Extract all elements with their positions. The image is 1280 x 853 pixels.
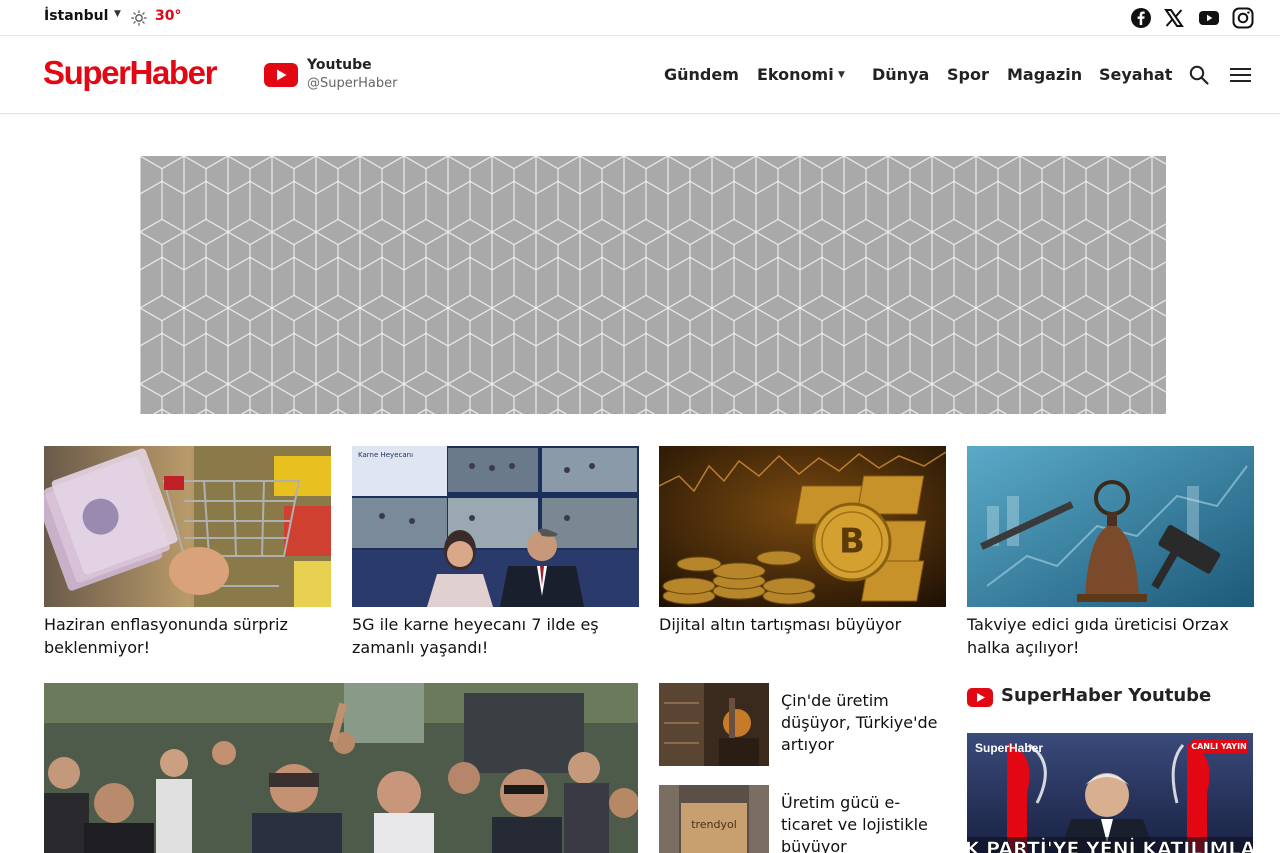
news-image-inflation[interactable]: [44, 446, 331, 607]
featured-news-image[interactable]: [44, 683, 638, 853]
youtube-icon[interactable]: [1198, 7, 1220, 29]
news-title-orzax[interactable]: Takviye edici gıda üreticisi Orzax halka…: [967, 613, 1257, 659]
top-utility-bar: İstanbul ▼ 30°: [0, 0, 1280, 36]
box-label: trendyol: [691, 818, 737, 831]
chevron-down-icon[interactable]: ▼: [838, 70, 845, 80]
youtube-section-title: SuperHaber Youtube: [1001, 685, 1212, 706]
site-header: SuperHaber Youtube @SuperHaber Gündem Ek…: [0, 37, 1280, 114]
chevron-down-icon[interactable]: ▼: [114, 9, 121, 19]
youtube-handle[interactable]: @SuperHaber: [307, 76, 397, 91]
city-selector[interactable]: İstanbul: [44, 8, 108, 24]
youtube-video-thumbnail[interactable]: SuperHaber CANLI YAYIN AK PARTİ'YE YENİ …: [967, 733, 1253, 853]
hexagon-pattern: [140, 156, 1166, 414]
news-image-china-production[interactable]: [659, 683, 769, 766]
news-title-digital-gold[interactable]: Dijital altın tartışması büyüyor: [659, 613, 949, 636]
youtube-icon: [967, 688, 993, 707]
nav-ekonomi[interactable]: Ekonomi: [757, 65, 834, 84]
youtube-logo-icon[interactable]: [264, 63, 298, 87]
news-image-orzax[interactable]: [967, 446, 1254, 607]
nav-gundem[interactable]: Gündem: [664, 65, 739, 84]
hamburger-menu-icon[interactable]: [1230, 66, 1251, 84]
thumb-logo-text: SuperHaber: [975, 741, 1043, 755]
news-image-5g-karne[interactable]: Karne Heyecanı: [352, 446, 639, 607]
temperature: 30°: [155, 8, 182, 24]
ad-banner-placeholder[interactable]: [140, 156, 1166, 414]
thumb-caption: AK PARTİ'YE YENİ KATILIMLAR: [967, 836, 1253, 853]
search-icon[interactable]: [1188, 64, 1210, 86]
youtube-link-title[interactable]: Youtube: [307, 57, 372, 73]
news-title-ecommerce[interactable]: Üretim gücü e-ticaret ve lojistikle büyü…: [781, 792, 951, 853]
nav-spor[interactable]: Spor: [947, 65, 989, 84]
x-icon[interactable]: [1163, 7, 1185, 29]
site-logo[interactable]: SuperHaber: [43, 54, 217, 92]
news-image-ecommerce[interactable]: trendyol: [659, 785, 769, 853]
sun-icon: [131, 10, 147, 26]
news-title-china-production[interactable]: Çin'de üretim düşüyor, Türkiye'de artıyo…: [781, 690, 951, 756]
live-badge: CANLI YAYIN: [1191, 742, 1247, 751]
banner-text: Karne Heyecanı: [358, 451, 413, 459]
nav-magazin[interactable]: Magazin: [1007, 65, 1082, 84]
facebook-icon[interactable]: [1130, 7, 1152, 29]
nav-dunya[interactable]: Dünya: [872, 65, 929, 84]
nav-seyahat[interactable]: Seyahat: [1099, 65, 1172, 84]
instagram-icon[interactable]: [1232, 7, 1254, 29]
news-title-inflation[interactable]: Haziran enflasyonunda sürpriz beklenmiyo…: [44, 613, 334, 659]
news-image-digital-gold[interactable]: B: [659, 446, 946, 607]
news-title-5g-karne[interactable]: 5G ile karne heyecanı 7 ilde eş zamanlı …: [352, 613, 642, 659]
bitcoin-symbol: B: [839, 522, 865, 562]
